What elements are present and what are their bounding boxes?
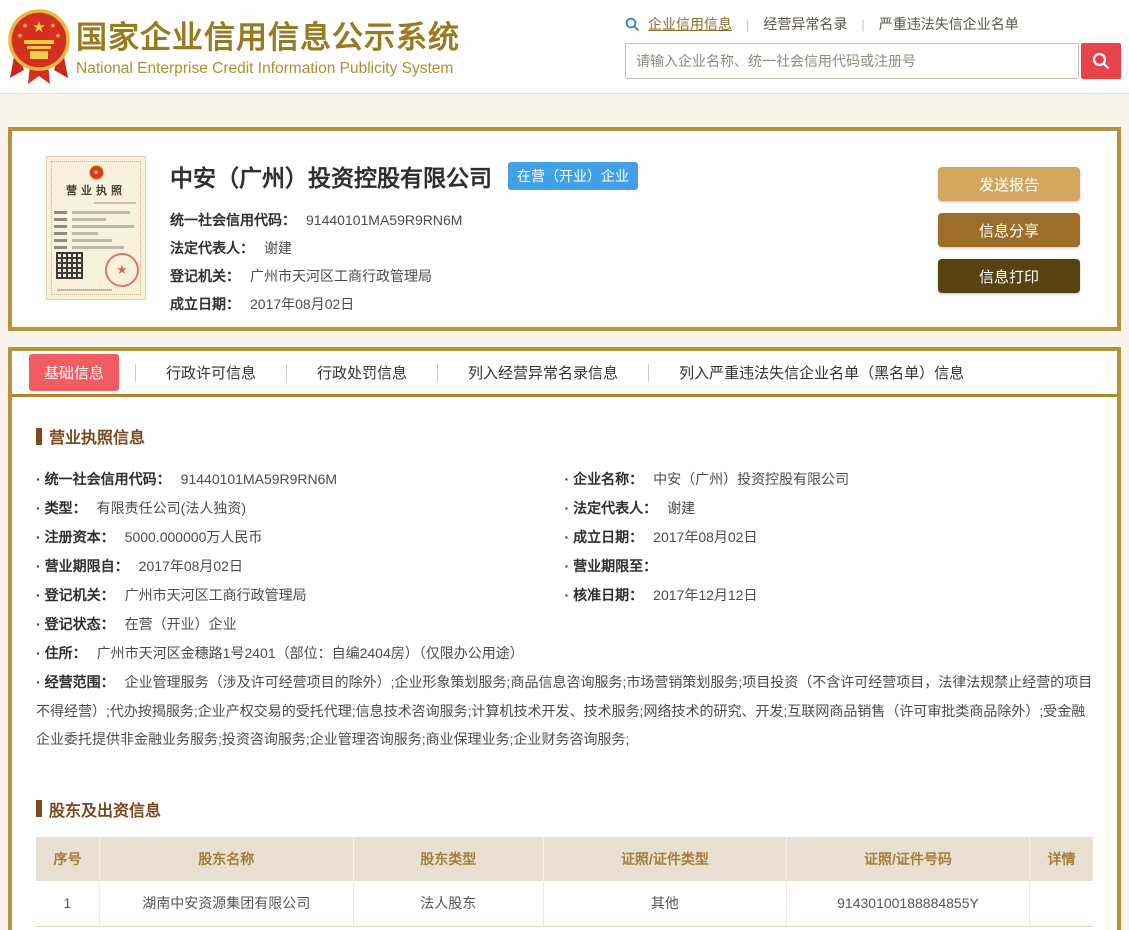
svg-text:★: ★ — [17, 32, 23, 40]
nav-link-abnormal-list[interactable]: 经营异常名录 — [763, 14, 847, 34]
col-shareholder-name: 股东名称 — [99, 836, 354, 881]
company-field-establish-date: 成立日期： 2017年08月02日 — [170, 296, 355, 312]
field-address: · 住所： 广州市天河区金穗路1号2401（部位：自编2404房）（仅限办公用途） — [36, 645, 524, 661]
header-search-area: 企业信用信息 | 经营异常名录 | 严重违法失信企业名单 — [625, 14, 1121, 79]
col-certificate-number: 证照/证件号码 — [786, 836, 1031, 881]
shareholders-section-title: 股东及出资信息 — [36, 797, 1093, 821]
field-term-from: · 营业期限自： 2017年08月02日 — [36, 558, 243, 574]
tab-admin-license[interactable]: 行政许可信息 — [136, 362, 286, 383]
tab-basic-info[interactable]: 基础信息 — [29, 354, 120, 391]
section-bar-icon — [36, 800, 42, 817]
license-subtitle-line — [94, 202, 136, 204]
license-qr-code — [56, 252, 83, 279]
tab-admin-penalty[interactable]: 行政处罚信息 — [287, 362, 437, 383]
nav-separator: | — [746, 16, 750, 32]
license-text-line — [54, 225, 138, 228]
svg-text:★: ★ — [22, 22, 28, 30]
nav-separator: | — [861, 16, 865, 32]
nav-link-illegal-list[interactable]: 严重违法失信企业名单 — [879, 14, 1019, 34]
tab-abnormal-operation[interactable]: 列入经营异常名录信息 — [438, 362, 648, 383]
field-establish-date: · 成立日期： 2017年08月02日 — [564, 529, 758, 545]
detail-card: 基础信息 行政许可信息 行政处罚信息 列入经营异常名录信息 列入严重违法失信企业… — [8, 347, 1121, 930]
field-company-name: · 企业名称： 中安（广州）投资控股有限公司 — [564, 471, 850, 487]
search-button[interactable] — [1081, 43, 1121, 79]
license-fields-right: · 企业名称： 中安（广州）投资控股有限公司 · 法定代表人： 谢建 · 成立日期： 201… — [565, 465, 1094, 639]
section-bar-icon — [36, 427, 42, 445]
table-row: 1 湖南中安资源集团有限公司 法人股东 其他 91430100188884855… — [36, 880, 1093, 927]
svg-text:★: ★ — [55, 32, 61, 40]
col-certificate-type: 证照/证件类型 — [543, 836, 787, 881]
shareholders-section: 股东及出资信息 序号 股东名称 股东类型 证照/证件类型 证照/证件号码 详情 … — [36, 797, 1093, 927]
field-registration-authority: · 登记机关： 广州市天河区工商行政管理局 — [36, 587, 307, 603]
field-registration-status: · 登记状态： 在营（开业）企业 — [36, 616, 237, 632]
site-title-cn: 国家企业信用信息公示系统 — [76, 20, 460, 55]
svg-text:★: ★ — [50, 22, 56, 30]
company-status-badge: 在营（开业）企业 — [508, 162, 638, 190]
company-summary-card: 营业执照 ★ 中安（广州）投资控股有限公司 在营（开业）企业 — [8, 127, 1121, 331]
nav-link-credit-info[interactable]: 企业信用信息 — [648, 14, 732, 34]
field-legal-rep: · 法定代表人： 谢建 — [564, 500, 696, 516]
svg-text:★: ★ — [32, 19, 45, 36]
page: ★ ★ ★ ★ ★ 国家企业信用信息公示系统 National Enterpri… — [0, 0, 1129, 930]
shareholders-table: 序号 股东名称 股东类型 证照/证件类型 证照/证件号码 详情 1 湖南中安资源… — [36, 836, 1093, 927]
site-header: ★ ★ ★ ★ ★ 国家企业信用信息公示系统 National Enterpri… — [0, 0, 1129, 94]
tab-bar: 基础信息 行政许可信息 行政处罚信息 列入经营异常名录信息 列入严重违法失信企业… — [12, 351, 1117, 397]
company-name: 中安（广州）投资控股有限公司 — [170, 165, 492, 191]
national-emblem-icon: ★ ★ ★ ★ ★ — [8, 9, 70, 84]
license-red-seal: ★ — [105, 253, 139, 287]
company-info-block: 中安（广州）投资控股有限公司 在营（开业）企业 统一社会信用代码： 9144010… — [170, 159, 638, 318]
cell-shareholder-type: 法人股东 — [353, 880, 544, 927]
cell-certificate-number: 91430100188884855Y — [786, 880, 1031, 927]
search-bar — [625, 43, 1121, 79]
site-title-block: 国家企业信用信息公示系统 National Enterprise Credit … — [76, 12, 460, 78]
company-field-legal-rep: 法定代表人： 谢建 — [170, 240, 292, 256]
license-text-line — [54, 218, 138, 221]
action-buttons: 发送报告 信息分享 信息打印 — [938, 167, 1080, 305]
tab-content: 营业执照信息 · 统一社会信用代码： 91440101MA59R9RN6M · 类型：… — [12, 397, 1117, 927]
license-emblem-icon — [88, 165, 104, 180]
license-fields-left: · 统一社会信用代码： 91440101MA59R9RN6M · 类型： 有限责任公司(… — [36, 465, 565, 639]
search-input[interactable] — [625, 43, 1079, 79]
search-icon — [625, 17, 640, 31]
print-info-button[interactable]: 信息打印 — [938, 259, 1080, 293]
field-type: · 类型： 有限责任公司(法人独资) — [36, 500, 246, 516]
search-type-nav: 企业信用信息 | 经营异常名录 | 严重违法失信企业名单 — [625, 14, 1121, 34]
col-shareholder-type: 股东类型 — [353, 836, 544, 881]
business-license-thumbnail[interactable]: 营业执照 ★ — [46, 156, 146, 300]
field-credit-code: · 统一社会信用代码： 91440101MA59R9RN6M — [36, 471, 338, 487]
share-info-button[interactable]: 信息分享 — [938, 213, 1080, 247]
cell-index: 1 — [36, 880, 100, 927]
license-fields: · 统一社会信用代码： 91440101MA59R9RN6M · 类型： 有限责任公司(… — [36, 465, 1093, 639]
main-area: 营业执照 ★ 中安（广州）投资控股有限公司 在营（开业）企业 — [0, 127, 1129, 930]
cell-shareholder-name: 湖南中安资源集团有限公司 — [99, 880, 354, 927]
field-approval-date: · 核准日期： 2017年12月12日 — [564, 587, 758, 603]
field-registered-capital: · 注册资本： 5000.000000万人民币 — [36, 529, 263, 545]
site-title-en: National Enterprise Credit Information P… — [76, 60, 454, 77]
table-header-row: 序号 股东名称 股东类型 证照/证件类型 证照/证件号码 详情 — [36, 836, 1093, 881]
field-term-to: · 营业期限至： — [564, 558, 658, 574]
tab-blacklist[interactable]: 列入严重违法失信企业名单（黑名单）信息 — [649, 362, 994, 383]
national-emblem-logo: ★ ★ ★ ★ ★ — [8, 6, 70, 88]
license-text-line — [54, 246, 138, 249]
send-report-button[interactable]: 发送报告 — [938, 167, 1080, 201]
license-text-line — [54, 211, 138, 214]
cell-details — [1029, 880, 1093, 927]
col-details: 详情 — [1029, 836, 1093, 881]
license-text-line — [57, 289, 112, 291]
license-info-section-title: 营业执照信息 — [36, 424, 1093, 448]
company-field-credit-code: 统一社会信用代码： 91440101MA59R9RN6M — [170, 212, 463, 228]
license-text-line — [54, 239, 138, 242]
search-icon — [1092, 52, 1110, 70]
license-title: 营业执照 — [66, 185, 126, 197]
license-text-line — [54, 232, 138, 235]
company-field-registration-authority: 登记机关： 广州市天河区工商行政管理局 — [170, 268, 432, 284]
field-business-scope: · 经营范围： 企业管理服务（涉及许可经营项目的除外）;企业形象策划服务;商品信息咨… — [36, 674, 1093, 747]
cell-certificate-type: 其他 — [543, 880, 787, 927]
col-index: 序号 — [36, 836, 100, 881]
